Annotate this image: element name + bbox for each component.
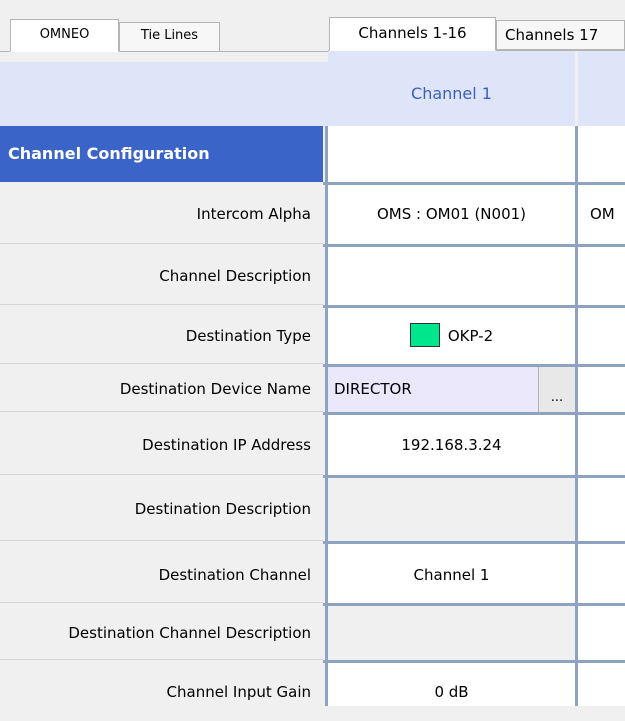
cell-destination-channel-description-2[interactable] [578, 606, 625, 660]
grid-vertical-line-left [325, 126, 328, 706]
cell-channel-input-gain[interactable]: 0 dB [328, 663, 575, 706]
cell-destination-type[interactable]: OKP-2 [328, 308, 575, 364]
grid-line [323, 603, 625, 606]
tab-omneo[interactable]: OMNEO [10, 19, 119, 52]
cell-destination-device-name-2[interactable] [578, 367, 625, 412]
cell-destination-type-2[interactable] [578, 308, 625, 364]
column-header-channel-2[interactable] [578, 51, 625, 126]
cell-destination-description-2[interactable] [578, 478, 625, 541]
cell-destination-channel[interactable]: Channel 1 [328, 544, 575, 603]
cell-intercom-alpha[interactable]: OMS : OM01 (N001) [328, 185, 575, 244]
cell-destination-ip-address[interactable]: 192.168.3.24 [328, 415, 575, 475]
browse-device-button[interactable]: ... [538, 367, 575, 412]
cell-destination-channel-2[interactable] [578, 544, 625, 603]
grid-line [323, 412, 625, 415]
row-label-channel-input-gain: Channel Input Gain [0, 663, 323, 706]
row-label-destination-description: Destination Description [0, 478, 323, 541]
grid-line [323, 475, 625, 478]
destination-type-color-swatch [409, 322, 440, 347]
tab-tie-lines[interactable]: Tie Lines [119, 22, 220, 52]
row-label-destination-ip-address: Destination IP Address [0, 415, 323, 475]
cell-channel-input-gain-2[interactable] [578, 663, 625, 706]
cell-destination-ip-address-2[interactable] [578, 415, 625, 475]
row-label-destination-type: Destination Type [0, 308, 323, 364]
section-value-cell [328, 126, 575, 182]
grid-vertical-line-middle [575, 126, 578, 706]
section-header-channel-configuration[interactable]: Channel Configuration [0, 126, 323, 182]
column-header-channel-1[interactable]: Channel 1 [328, 51, 575, 126]
grid-line [323, 305, 625, 308]
grid-line [323, 660, 625, 663]
cell-destination-description[interactable] [328, 478, 575, 541]
row-label-destination-channel: Destination Channel [0, 544, 323, 603]
grid-line [323, 364, 625, 367]
cell-intercom-alpha-2[interactable]: OM [578, 185, 625, 244]
row-label-destination-device-name: Destination Device Name [0, 367, 323, 412]
tab-channels-1-16[interactable]: Channels 1-16 [329, 17, 496, 51]
grid-line [323, 541, 625, 544]
row-label-channel-description: Channel Description [0, 247, 323, 305]
tab-channels-17[interactable]: Channels 17 [496, 20, 625, 50]
cell-channel-description[interactable] [328, 247, 575, 305]
cell-destination-channel-description[interactable] [328, 606, 575, 660]
destination-type-value: OKP-2 [447, 327, 494, 345]
cell-channel-description-2[interactable] [578, 247, 625, 305]
row-label-destination-channel-description: Destination Channel Description [0, 606, 323, 660]
grid-line [323, 182, 625, 185]
section-value-cell-2 [578, 126, 625, 182]
row-label-intercom-alpha: Intercom Alpha [0, 185, 323, 244]
grid-line [323, 244, 625, 247]
header-corner [0, 62, 328, 126]
